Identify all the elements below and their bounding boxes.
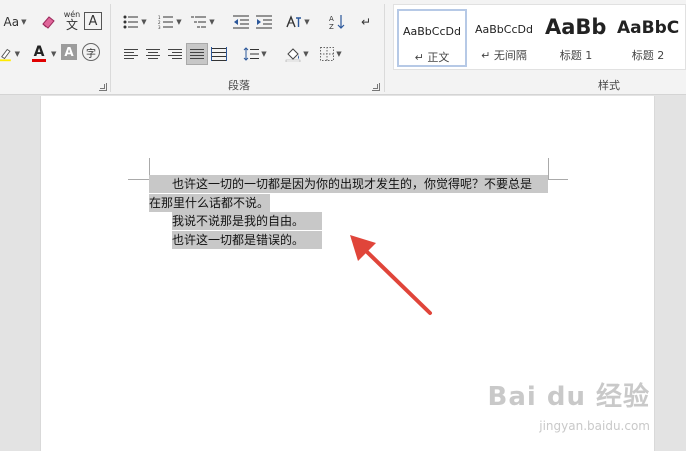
style-heading-1[interactable]: AaBb 标题 1 — [541, 9, 611, 67]
paragraph-dialog-launcher[interactable] — [372, 83, 380, 91]
numbering-button[interactable]: 123 ▼ — [155, 11, 185, 33]
baidu-watermark-logo: Bai du 经验 — [487, 382, 650, 412]
style-no-spacing[interactable]: AaBbCcDd ↵ 无间隔 — [469, 9, 539, 67]
numbered-list-icon: 123 — [158, 15, 174, 29]
highlight-color-button[interactable]: ▼ — [0, 43, 20, 65]
justify-icon — [190, 49, 204, 59]
annotation-arrow — [350, 235, 432, 315]
align-left-icon — [124, 49, 138, 59]
decrease-indent-button[interactable] — [230, 11, 252, 33]
increase-indent-button[interactable] — [253, 11, 275, 33]
font-group-separator — [110, 4, 111, 92]
phonetic-guide-char: 文 — [65, 17, 78, 32]
character-border-label: A — [88, 13, 98, 29]
word-window: { "ribbon": { "font_group": { "change_ca… — [0, 0, 686, 451]
style-normal[interactable]: AaBbCcDd ↵ 正文 — [397, 9, 467, 67]
bullet-list-icon — [123, 15, 139, 29]
sort-button[interactable]: AZ — [326, 11, 348, 33]
shading-button[interactable]: ▼ — [282, 43, 312, 65]
font-dialog-launcher[interactable] — [99, 83, 107, 91]
font-color-dropdown-icon[interactable]: ▼ — [51, 50, 56, 58]
character-border-button[interactable]: A — [84, 12, 102, 30]
align-right-icon — [168, 49, 182, 59]
svg-text:3: 3 — [158, 25, 161, 29]
show-hide-marks-button[interactable]: ↵ — [357, 11, 375, 33]
decrease-indent-icon — [233, 15, 249, 29]
font-color-swatch — [32, 58, 46, 62]
svg-text:A: A — [329, 15, 334, 23]
bullets-button[interactable]: ▼ — [120, 11, 150, 33]
paint-bucket-icon — [286, 48, 301, 62]
enclose-characters-label: 字 — [86, 48, 96, 60]
style-heading-2[interactable]: AaBbC 标题 2 — [613, 9, 683, 67]
baidu-watermark-url: jingyan.baidu.com — [539, 419, 650, 433]
align-right-button[interactable] — [164, 43, 186, 65]
highlighter-icon — [0, 48, 11, 62]
font-color-label: A — [33, 43, 45, 60]
doc-line-4[interactable]: 也许这一切都是错误的。 — [172, 231, 322, 249]
character-shading-label: A — [64, 45, 74, 59]
align-center-icon — [146, 49, 160, 59]
justify-button[interactable] — [186, 43, 208, 65]
margin-corner-top-right — [548, 158, 568, 180]
style-normal-name: ↵ 正文 — [414, 51, 450, 64]
paragraph-group-label: 段落 — [228, 79, 250, 92]
eraser-icon — [42, 16, 55, 29]
distributed-icon — [211, 47, 227, 61]
style-heading-2-preview: AaBbC — [617, 18, 680, 38]
doc-line-2[interactable]: 在那里什么话都不说。 — [149, 194, 270, 212]
styles-gallery: AaBbCcDd ↵ 正文 AaBbCcDd ↵ 无间隔 AaBb 标题 1 A… — [393, 4, 686, 70]
margin-corner-top-left — [128, 158, 150, 180]
align-left-button[interactable] — [120, 43, 142, 65]
line-spacing-icon — [243, 47, 260, 61]
sort-az-icon: AZ — [329, 15, 345, 30]
phonetic-guide-button[interactable]: wén 文 — [61, 9, 83, 31]
multilevel-list-icon — [191, 16, 207, 28]
style-no-spacing-name: ↵ 无间隔 — [481, 49, 527, 62]
doc-line-3[interactable]: 我说不说那是我的自由。 — [172, 212, 322, 230]
enclose-characters-button[interactable]: 字 — [82, 43, 100, 61]
return-arrow-icon: ↵ — [360, 15, 372, 29]
style-heading-1-preview: AaBb — [545, 15, 607, 39]
style-heading-1-name: 标题 1 — [559, 49, 593, 62]
style-normal-preview: AaBbCcDd — [403, 25, 461, 38]
doc-line-1[interactable]: 也许这一切的一切都是因为你的出现才发生的，你觉得呢？不要总是 — [149, 175, 548, 193]
styles-group-label: 样式 — [598, 79, 620, 92]
font-color-button[interactable]: A — [27, 42, 51, 64]
borders-icon — [320, 47, 335, 61]
align-center-button[interactable] — [142, 43, 164, 65]
svg-text:Z: Z — [329, 23, 334, 30]
character-shading-button[interactable]: A — [61, 44, 77, 60]
distributed-button[interactable] — [208, 43, 230, 65]
style-no-spacing-preview: AaBbCcDd — [475, 23, 533, 36]
change-case-button[interactable]: Aa ▼ — [0, 11, 30, 33]
change-case-label: Aa — [3, 15, 20, 29]
style-heading-2-name: 标题 2 — [631, 49, 665, 62]
line-spacing-button[interactable]: ▼ — [240, 43, 270, 65]
multilevel-list-button[interactable]: ▼ — [188, 11, 218, 33]
borders-button[interactable]: ▼ — [316, 43, 346, 65]
chinese-layout-icon — [286, 15, 302, 28]
chinese-layout-button[interactable]: ▼ — [283, 11, 313, 33]
increase-indent-icon — [256, 15, 272, 29]
paragraph-group-separator — [384, 4, 385, 92]
ribbon: Aa ▼ wén 文 A ▼ A ▼ A 字 ▼ 1 2 3 ▼ ▼ ▼ A Z… — [0, 0, 686, 95]
clear-formatting-button[interactable] — [37, 11, 59, 33]
